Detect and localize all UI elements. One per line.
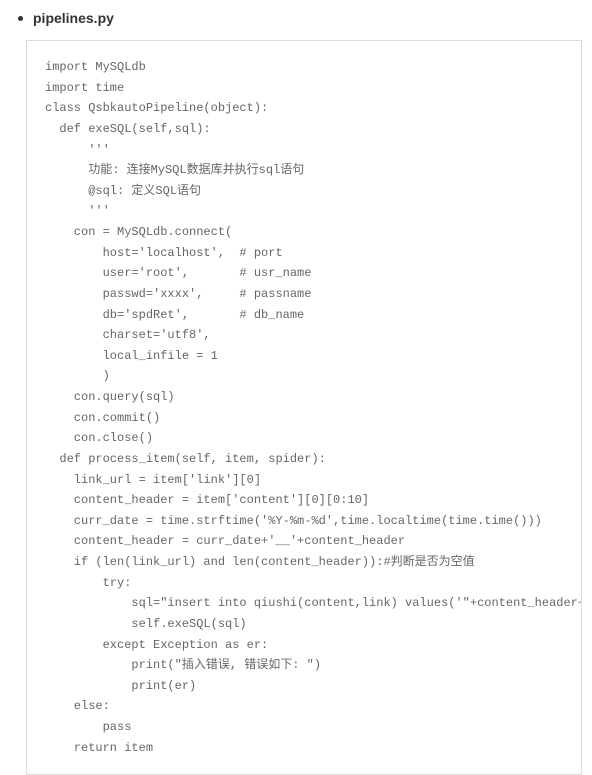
code-block: import MySQLdb import time class Qsbkaut… <box>26 40 582 775</box>
bullet-icon <box>18 16 23 21</box>
code-content: import MySQLdb import time class Qsbkaut… <box>45 57 581 758</box>
section-heading: pipelines.py <box>18 10 592 26</box>
filename-label: pipelines.py <box>33 10 114 26</box>
